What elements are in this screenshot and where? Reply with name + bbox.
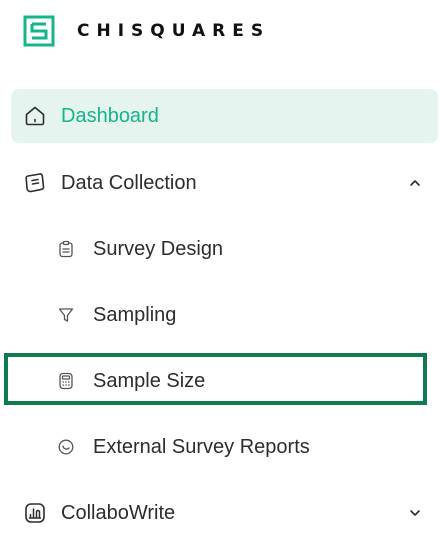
home-icon	[23, 104, 47, 128]
collabowrite-icon	[23, 501, 47, 525]
chevron-up-icon[interactable]	[408, 176, 422, 190]
nav-sublabel-external-survey-reports: External Survey Reports	[93, 435, 310, 458]
nav-label-dashboard: Dashboard	[61, 104, 159, 127]
data-collection-icon	[23, 171, 47, 195]
clipboard-icon	[57, 240, 75, 258]
nav-label-data-collection: Data Collection	[61, 171, 197, 194]
chisquares-logo-icon	[23, 15, 55, 47]
report-icon	[57, 438, 75, 456]
brand-name: CHISQUARES	[77, 21, 271, 41]
nav-item-dashboard[interactable]: Dashboard	[11, 89, 438, 143]
sidebar: CHISQUARES Dashboard Data Collection Sur…	[0, 0, 442, 550]
brand-logo[interactable]: CHISQUARES	[23, 14, 270, 48]
nav-label-collabowrite: CollaboWrite	[61, 501, 176, 524]
nav-subitem-external-survey-reports[interactable]: External Survey Reports	[11, 423, 438, 471]
selection-highlight-box	[4, 353, 427, 405]
chevron-down-icon[interactable]	[408, 506, 422, 520]
nav-sublabel-sampling: Sampling	[93, 303, 177, 326]
funnel-icon	[57, 306, 75, 324]
nav-item-data-collection[interactable]: Data Collection	[11, 156, 438, 210]
nav-item-collabowrite[interactable]: CollaboWrite	[11, 486, 438, 540]
nav-sublabel-survey-design: Survey Design	[93, 237, 224, 260]
nav-subitem-sampling[interactable]: Sampling	[11, 291, 438, 339]
nav-subitem-survey-design[interactable]: Survey Design	[11, 225, 438, 273]
